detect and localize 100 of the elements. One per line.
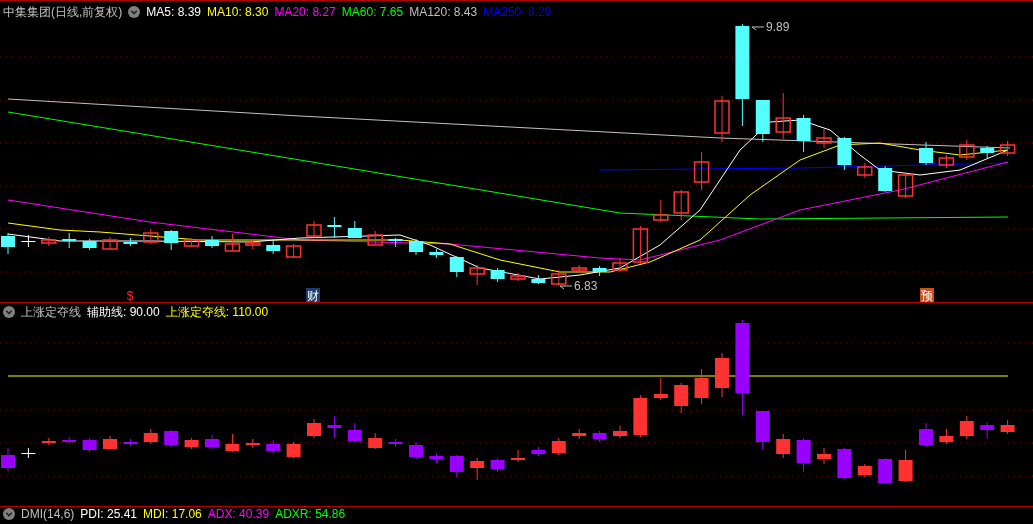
candlestick — [470, 457, 485, 481]
dropdown-icon[interactable] — [3, 508, 15, 520]
candlestick — [837, 136, 852, 171]
candlestick — [409, 441, 423, 460]
candlestick — [592, 430, 607, 443]
candlestick — [878, 165, 893, 193]
candlestick — [327, 216, 342, 239]
candlestick — [327, 415, 342, 439]
candlestick — [82, 437, 97, 453]
candlestick — [775, 92, 791, 140]
candlestick — [898, 449, 913, 483]
candlestick — [183, 237, 200, 248]
indicator-title: DMI(14,6) — [21, 507, 75, 521]
candlestick — [449, 255, 464, 278]
indicator-title: 上涨定夺线 — [21, 303, 81, 321]
candlestick — [816, 128, 832, 149]
candlestick — [123, 438, 138, 447]
candlestick — [449, 454, 464, 478]
candlestick — [306, 220, 322, 238]
candlestick — [817, 447, 831, 465]
candlestick — [715, 352, 729, 398]
candlestick — [999, 140, 1016, 157]
indicator-value: ADXR: 54.86 — [275, 507, 346, 521]
candlestick — [857, 162, 873, 179]
indicator-value: MA250: 8.29 — [483, 3, 552, 21]
candlestick — [409, 238, 423, 256]
candlestick — [551, 269, 567, 287]
candlestick — [469, 264, 485, 286]
candlestick — [755, 410, 770, 451]
candlestick — [224, 233, 241, 252]
candlestick — [164, 429, 179, 448]
candlestick — [837, 447, 852, 480]
candlestick — [857, 463, 872, 478]
candlestick — [939, 428, 954, 445]
candlestick — [878, 457, 893, 485]
candlestick — [21, 234, 36, 248]
candlestick — [102, 236, 118, 251]
event-marker[interactable]: 预 — [920, 288, 934, 302]
candlestick — [531, 274, 546, 285]
candlestick — [796, 437, 811, 473]
candlestick — [490, 267, 505, 283]
event-marker[interactable]: 财 — [306, 288, 320, 302]
candlestick — [693, 151, 710, 191]
candlestick — [714, 95, 730, 143]
dropdown-icon[interactable] — [3, 305, 15, 318]
candlestick — [673, 189, 689, 221]
candlestick — [959, 415, 974, 440]
indicator-value: MA120: 8.43 — [409, 3, 478, 21]
indicator-value: 上涨定夺线: 110.00 — [165, 303, 269, 321]
candlestick — [164, 229, 179, 251]
candlestick — [653, 199, 669, 223]
candlestick — [123, 237, 138, 247]
candlestick — [694, 368, 709, 405]
candlestick — [266, 239, 281, 255]
indicator-value: MA5: 8.39 — [146, 3, 202, 21]
candlestick — [633, 394, 648, 438]
candlestick — [897, 171, 914, 199]
candlestick — [82, 238, 97, 251]
candlestick — [632, 225, 649, 265]
candlestick — [959, 139, 975, 161]
dropdown-icon[interactable] — [128, 5, 141, 18]
candlestick — [938, 154, 955, 169]
candlestick — [367, 230, 383, 246]
candlestick — [347, 422, 362, 443]
candlestick — [21, 447, 36, 459]
candlestick — [653, 377, 668, 401]
indicator-value: MDI: 17.06 — [143, 507, 202, 521]
candlestick — [551, 437, 566, 456]
candlestick — [347, 220, 362, 239]
candlestick — [776, 433, 791, 459]
indicator-value: MA10: 8.30 — [207, 3, 269, 21]
candlestick — [205, 235, 219, 249]
chart-title: 中集集团(日线,前复权) — [3, 3, 123, 21]
candlestick — [429, 452, 444, 464]
candlestick — [510, 272, 526, 282]
indicator-value: PDI: 25.41 — [80, 507, 138, 521]
indicator-value: MA60: 7.65 — [341, 3, 404, 21]
candlestick — [368, 432, 383, 450]
event-marker[interactable]: $ — [126, 289, 134, 302]
indicator-value: ADX: 40.39 — [207, 507, 270, 521]
candlestick — [674, 382, 689, 414]
candlestick — [245, 438, 260, 449]
candlestick — [41, 236, 57, 247]
candlestick — [266, 439, 281, 455]
candlestick — [388, 438, 403, 448]
candlestick — [184, 437, 199, 450]
candlestick — [143, 428, 158, 445]
indicator-value: MA20: 8.27 — [274, 3, 336, 21]
candlestick — [511, 449, 525, 463]
candlestick — [1, 232, 15, 255]
candlestick — [919, 141, 933, 166]
candlestick — [490, 457, 505, 473]
candlestick — [755, 99, 770, 143]
indicator-value: 辅助线: 90.00 — [87, 303, 160, 321]
candlestick — [205, 434, 219, 450]
candlestick — [225, 433, 240, 453]
candlestick — [62, 436, 77, 445]
candlestick — [41, 437, 56, 446]
price-annotation: 6.83 — [559, 279, 598, 293]
candlestick — [572, 428, 587, 440]
